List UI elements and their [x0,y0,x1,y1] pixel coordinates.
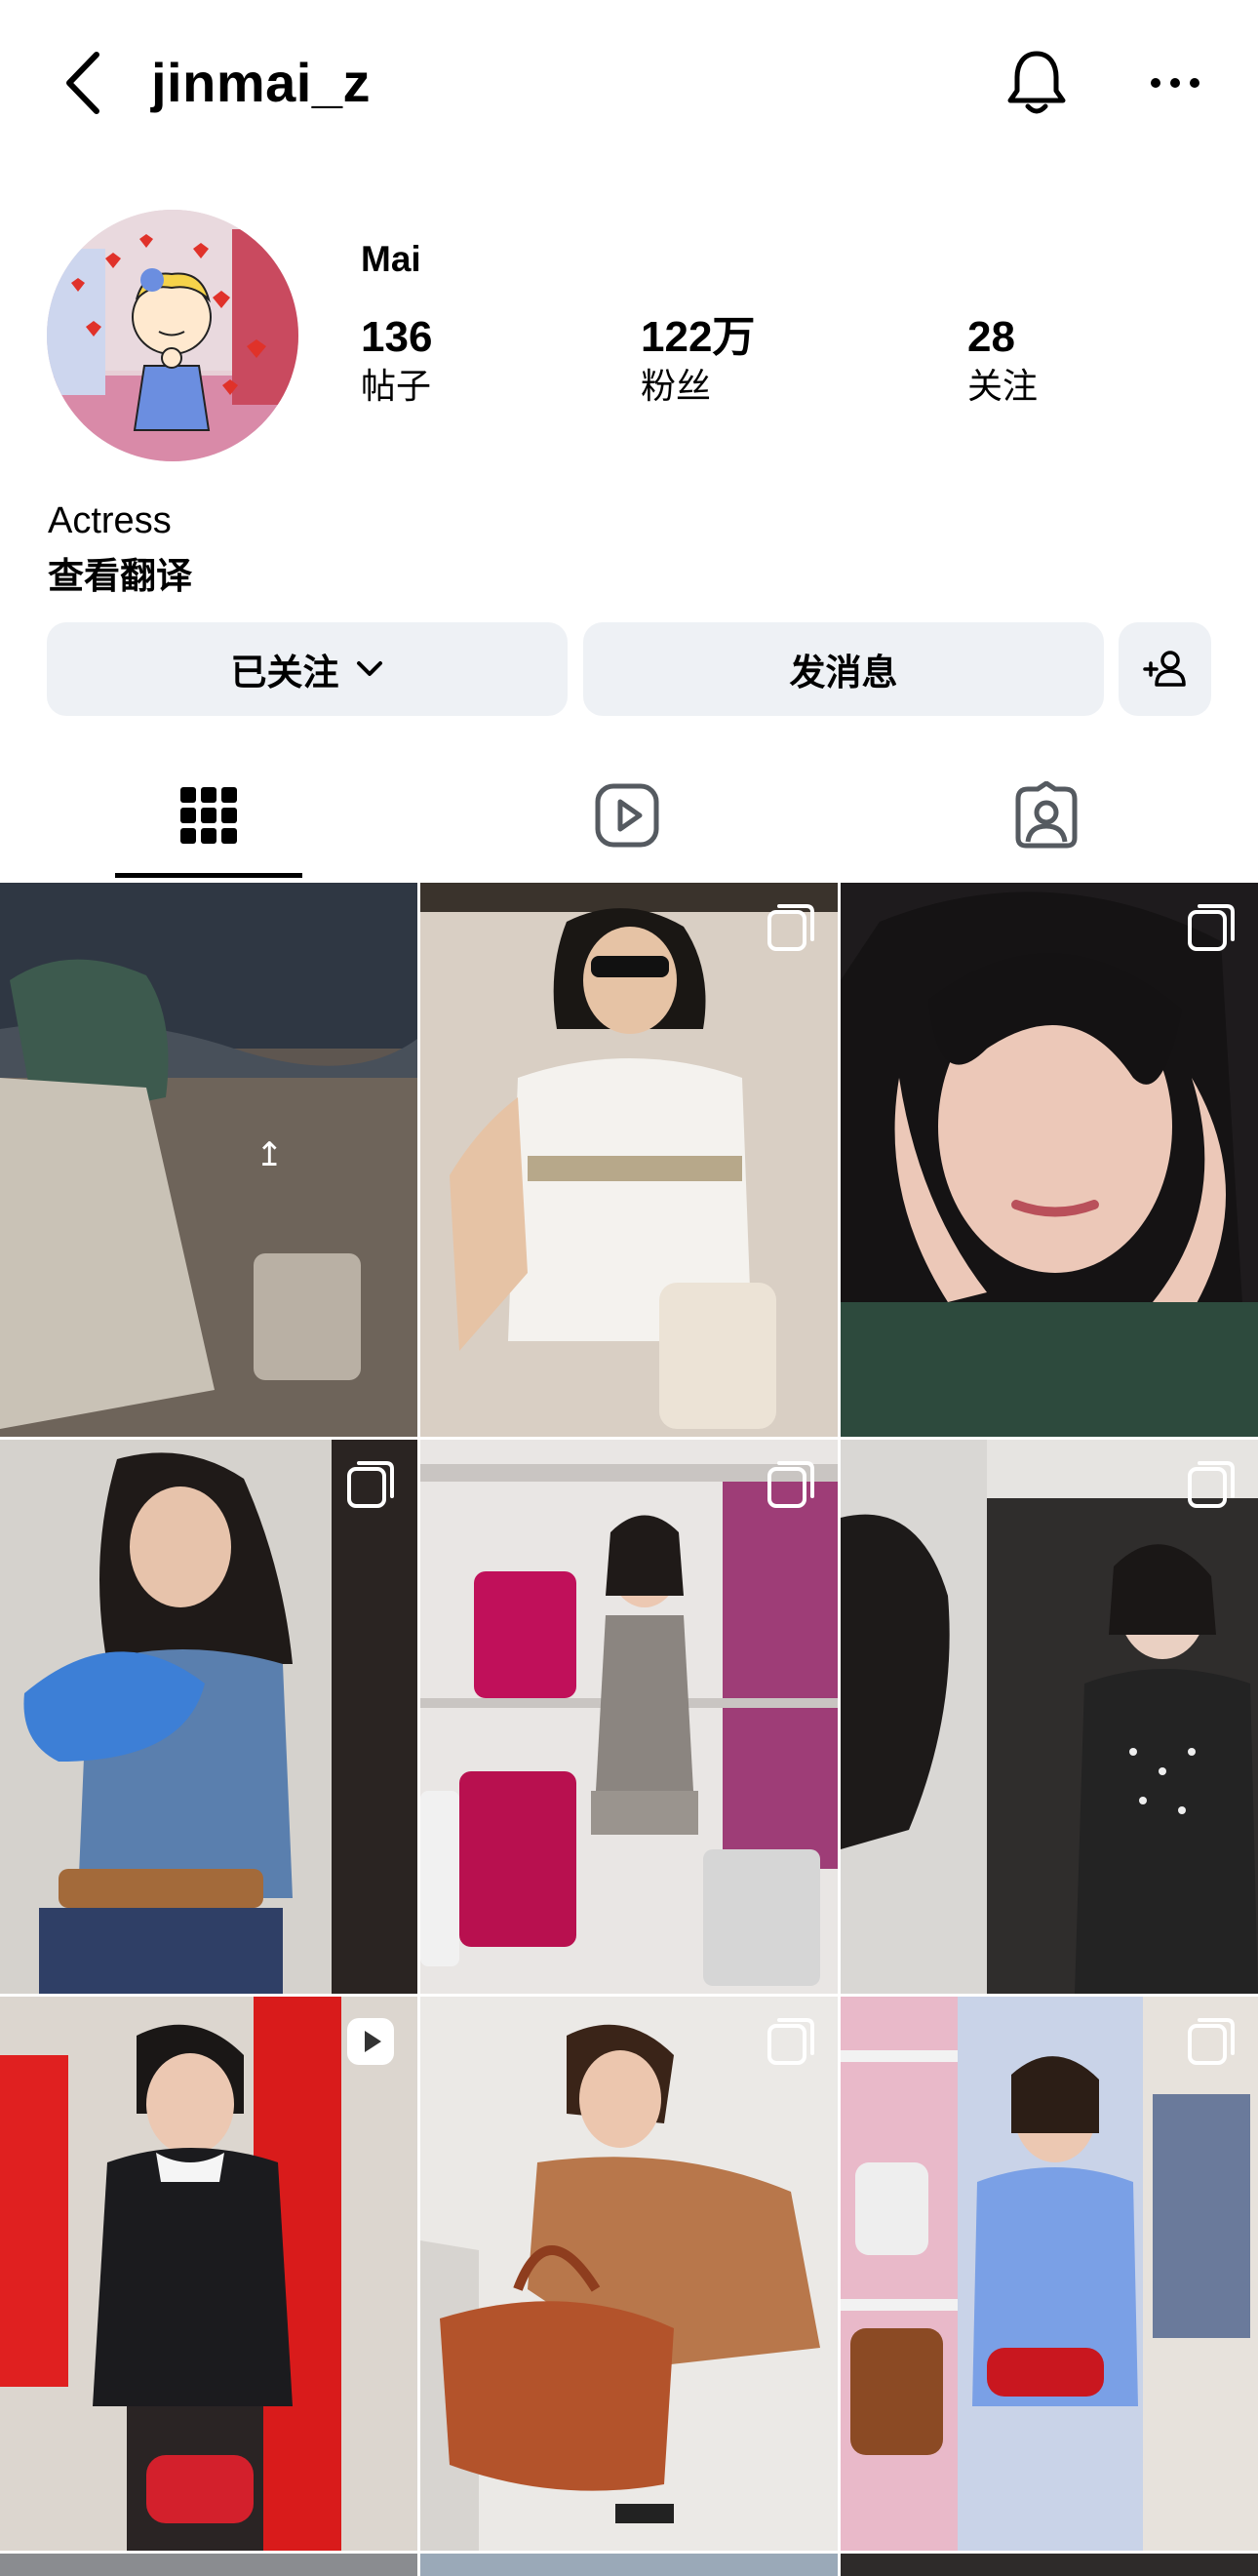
post-image [841,2554,1258,2576]
active-tab-indicator [115,873,302,878]
tab-posts-grid[interactable] [116,751,301,880]
stat-followers[interactable]: 122万 粉丝 [641,313,756,408]
profile-display-name: Mai [361,239,421,279]
back-button[interactable] [49,39,117,127]
post-tile[interactable] [420,1997,838,2551]
post-tile[interactable] [841,1997,1258,2551]
tagged-icon [1015,781,1078,849]
post-tile[interactable] [0,1440,417,1994]
post-image [841,1440,1258,1994]
profile-username: jinmai_z [151,52,371,113]
message-button-label: 发消息 [789,653,898,693]
post-tile[interactable]: ↥ [0,883,417,1437]
tab-tagged[interactable] [954,751,1139,880]
suggest-users-button[interactable] [1119,622,1211,716]
carousel-icon [1188,1461,1235,1508]
carousel-icon [347,1461,394,1508]
stat-posts-label: 帖子 [361,366,432,407]
profile-header: jinmai_z [0,0,1258,176]
post-tile[interactable] [0,1997,417,2551]
profile-bio: Actress [48,500,172,541]
grid-icon [180,787,237,844]
stat-followers-label: 粉丝 [641,366,712,407]
carousel-icon [767,2018,814,2065]
reels-icon [595,783,659,848]
post-tile[interactable] [841,883,1258,1437]
reel-play-icon [347,2018,394,2065]
stat-following-value: 28 [967,313,1015,361]
post-image [841,883,1258,1437]
post-image [0,2554,417,2576]
post-tile[interactable] [841,1440,1258,1994]
tab-reels[interactable] [534,751,720,880]
post-tile[interactable] [420,883,838,1437]
post-image [0,1440,417,1994]
post-image [420,1440,838,1994]
carousel-icon [1188,2018,1235,2065]
carousel-icon [1188,904,1235,951]
post-image [420,1997,838,2551]
bell-icon [1007,51,1066,114]
profile-avatar[interactable] [47,210,298,461]
chevron-down-icon [356,661,382,676]
translate-link[interactable]: 查看翻译 [48,546,192,599]
stat-followers-value: 122万 [641,313,756,361]
following-button[interactable]: 已关注 [47,622,568,716]
post-tile[interactable] [420,2554,838,2576]
post-tile[interactable] [0,2554,417,2576]
post-image [841,1997,1258,2551]
carousel-icon [767,904,814,951]
post-tile[interactable] [420,1440,838,1994]
post-image [420,2554,838,2576]
carousel-icon [767,1461,814,1508]
profile-tabs [0,751,1258,880]
post-image [420,883,838,1437]
notifications-button[interactable] [995,39,1079,127]
stat-following-label: 关注 [967,366,1039,407]
post-image [0,1997,417,2551]
stat-posts[interactable]: 136 帖子 [361,313,433,408]
stat-posts-value: 136 [361,313,433,361]
following-button-label: 已关注 [230,653,339,693]
chevron-left-icon [66,52,99,114]
stat-following[interactable]: 28 关注 [967,313,1039,408]
post-tile[interactable] [841,2554,1258,2576]
message-button[interactable]: 发消息 [583,622,1104,716]
post-image: ↥ [0,883,417,1437]
svg-text:↥: ↥ [256,1135,284,1174]
avatar-image [47,210,298,461]
more-options-button[interactable] [1136,44,1214,122]
add-person-icon [1142,651,1186,687]
more-horizontal-icon [1151,78,1199,88]
